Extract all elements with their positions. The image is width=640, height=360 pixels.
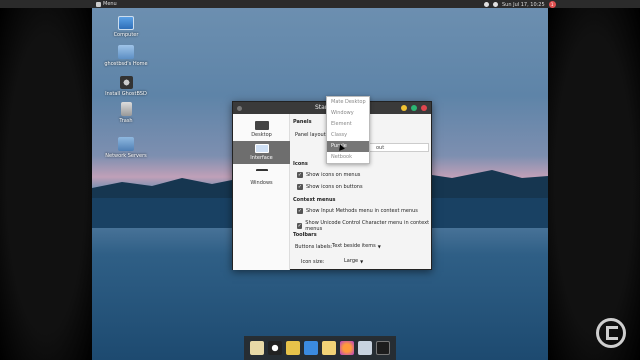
unicode-control-checkbox[interactable]: ✓ Show Unicode Control Character menu in… <box>297 220 431 232</box>
layout-option[interactable]: Element <box>327 119 369 130</box>
sidebar-item-label: Interface <box>250 155 273 161</box>
system-tray: Sun Jul 17, 10:25 1 <box>484 1 556 8</box>
checkbox-label: Show Input Methods menu in context menus <box>306 208 418 214</box>
ghostbsd-logo-icon <box>596 318 626 348</box>
layout-option[interactable]: Classy <box>327 130 369 141</box>
buttons-labels-label: Buttons labels: <box>295 244 333 250</box>
panel-layouts-field[interactable]: out <box>365 143 429 152</box>
clock[interactable]: Sun Jul 17, 10:25 <box>502 2 545 8</box>
notes-icon[interactable] <box>322 341 336 355</box>
buttons-labels-dropdown[interactable]: Text beside items ▼ <box>329 242 384 250</box>
minimize-button[interactable] <box>401 105 407 111</box>
dropdown-value: Text beside items <box>332 243 376 249</box>
panel-layouts-popup: Mate Desktop Windowy Element Classy Purp… <box>326 96 370 164</box>
show-icons-menus-checkbox[interactable]: ✓ Show icons on menus <box>297 172 360 178</box>
checkbox-checked: ✓ <box>297 172 303 178</box>
icons-heading: Icons <box>293 161 308 167</box>
checkbox-label: Show icons on menus <box>306 172 361 178</box>
firefox-icon[interactable] <box>340 341 354 355</box>
panels-heading: Panels <box>293 119 312 125</box>
chevron-down-icon: ▼ <box>377 243 381 249</box>
menu-icon <box>96 1 101 7</box>
dropdown-value: Large <box>344 258 359 264</box>
close-button[interactable] <box>421 105 427 111</box>
interface-icon <box>254 144 269 153</box>
sidebar-item-label: Windows <box>250 180 273 186</box>
chevron-down-icon: ▼ <box>360 258 364 264</box>
desktop-icon-trash[interactable]: Trash <box>96 102 156 124</box>
panel-layouts-field-text: out <box>376 145 385 151</box>
home-folder-icon <box>118 45 134 59</box>
sidebar-item-windows[interactable]: Windows <box>233 166 290 189</box>
desktop-icon-installer[interactable]: Install GhostBSD <box>96 76 156 97</box>
desktop-icon-computer[interactable]: Computer <box>96 16 156 38</box>
mail-icon[interactable] <box>358 341 372 355</box>
desktop-icon-home[interactable]: ghostbsd's Home <box>96 45 156 67</box>
layout-option[interactable]: Windowy <box>327 108 369 119</box>
checkbox-checked: ✓ <box>297 208 303 214</box>
left-letterbox <box>0 8 92 360</box>
window-menu-icon[interactable] <box>237 105 242 111</box>
checkbox-checked: ✓ <box>297 184 303 190</box>
sidebar-item-interface[interactable]: Interface <box>233 141 290 164</box>
toolbars-heading: Toolbars <box>293 232 317 238</box>
dock <box>244 336 396 360</box>
icon-size-label: Icon size: <box>301 259 325 265</box>
checkbox-label: Show Unicode Control Character menu in c… <box>305 220 430 232</box>
right-letterbox <box>548 8 640 360</box>
trash-icon <box>120 102 132 116</box>
volume-icon[interactable] <box>484 2 489 7</box>
checkbox-checked: ✓ <box>297 223 303 229</box>
logo-inner-shape <box>606 326 618 340</box>
desktop-icon-network[interactable]: Network Servers <box>96 137 156 159</box>
files-icon[interactable] <box>250 341 264 355</box>
desktop-icon-label: ghostbsd's Home <box>104 61 148 67</box>
layout-option-highlighted[interactable]: Purple <box>327 141 369 152</box>
network-icon[interactable] <box>493 2 498 7</box>
sidebar-item-label: Desktop <box>251 132 272 138</box>
menu-label: Menu <box>103 1 117 7</box>
terminal-icon[interactable] <box>376 341 390 355</box>
computer-icon <box>118 16 134 30</box>
desktop-icon-label: Install GhostBSD <box>105 91 147 97</box>
layout-option[interactable]: Mate Desktop <box>327 97 369 108</box>
window-controls <box>401 105 427 111</box>
layout-option[interactable]: Netbook <box>327 152 369 163</box>
panel-layouts-label: Panel layouts: <box>295 132 330 138</box>
checkbox-label: Show icons on buttons <box>306 184 363 190</box>
desktop-icon-label: Network Servers <box>105 153 147 159</box>
top-panel: Menu Sun Jul 17, 10:25 1 <box>0 0 640 8</box>
network-folder-icon <box>118 137 134 151</box>
desktop-icon-label: Trash <box>119 118 133 124</box>
monitor-icon[interactable] <box>304 341 318 355</box>
installer-icon <box>119 76 133 89</box>
camera-icon[interactable] <box>268 341 282 355</box>
video-icon[interactable] <box>286 341 300 355</box>
notification-badge[interactable]: 1 <box>548 1 556 8</box>
settings-sidebar: Desktop Interface Windows <box>233 114 290 270</box>
context-menus-heading: Context menus <box>293 197 336 203</box>
icon-size-dropdown[interactable]: Large ▼ <box>341 257 366 265</box>
input-methods-checkbox[interactable]: ✓ Show Input Methods menu in context men… <box>297 208 418 214</box>
show-icons-buttons-checkbox[interactable]: ✓ Show icons on buttons <box>297 184 363 190</box>
desktop-icon-label: Computer <box>113 32 139 38</box>
sidebar-item-desktop[interactable]: Desktop <box>233 118 290 141</box>
windows-icon <box>255 169 268 178</box>
menu-button[interactable]: Menu <box>96 1 117 7</box>
maximize-button[interactable] <box>411 105 417 111</box>
desktop-icon <box>254 121 269 130</box>
